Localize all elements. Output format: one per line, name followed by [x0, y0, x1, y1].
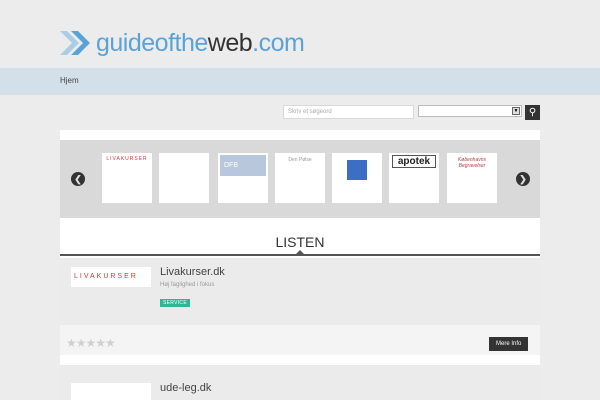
rating-bar [60, 325, 540, 355]
thumb-label: apotek [392, 155, 436, 168]
category-badge[interactable]: SERVICE [160, 299, 190, 307]
carousel-thumb[interactable]: LIVAKURSER [102, 153, 152, 203]
search-input[interactable]: Skriv et søgeord [283, 105, 414, 119]
listing-title[interactable]: Livakurser.dk [160, 266, 225, 278]
carousel-thumb[interactable]: apotek [389, 153, 439, 203]
carousel-thumb[interactable]: DFB [218, 153, 268, 203]
nav-bar: Hjem [0, 68, 600, 95]
listing-title[interactable]: ude-leg.dk [160, 382, 211, 394]
site-logo[interactable]: guideoftheweb.com [60, 28, 305, 58]
carousel-prev-icon[interactable]: ❮ [71, 172, 85, 186]
carousel-thumb[interactable] [332, 153, 382, 203]
section-title: LISTEN [275, 234, 325, 250]
category-select[interactable]: ▼ [418, 105, 522, 117]
divider [60, 254, 540, 256]
logo-text-2: web [207, 28, 253, 57]
pointer-triangle [296, 250, 304, 254]
logo-text-3: .com [252, 28, 305, 57]
carousel-thumb[interactable] [159, 153, 209, 203]
thumb-label: DFB [220, 155, 266, 176]
more-info-button[interactable]: Mere Info [489, 337, 529, 351]
building-icon [347, 160, 367, 180]
listing-subtitle: Høj faglighed i fokus [160, 282, 215, 288]
dropdown-arrow-icon: ▼ [512, 107, 520, 115]
nav-item-home[interactable]: Hjem [60, 76, 79, 85]
carousel-thumb[interactable]: Københavns Begravelser [447, 153, 497, 203]
listing-logo[interactable]: LIVAKURSER [71, 267, 151, 287]
listing-logo[interactable] [71, 383, 151, 400]
star-rating[interactable]: ★★★★★ [66, 336, 116, 350]
logo-text-1: guideofthe [96, 28, 208, 57]
carousel-next-icon[interactable]: ❯ [516, 172, 530, 186]
double-chevron-icon [60, 31, 90, 55]
search-icon: ⚲ [528, 107, 537, 118]
search-button[interactable]: ⚲ [525, 105, 540, 120]
carousel-thumb[interactable]: Den Pølse [275, 153, 325, 203]
